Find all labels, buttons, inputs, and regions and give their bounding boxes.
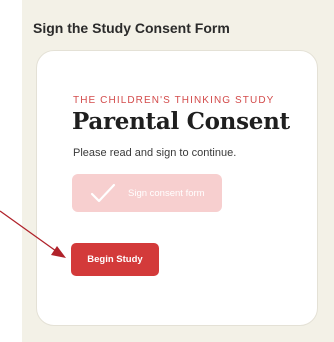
page-headline: Parental Consent	[72, 108, 290, 135]
instruction-text: Please read and sign to continue.	[73, 147, 237, 159]
screenshot-frame: Sign the Study Consent Form THE CHILDREN…	[0, 0, 334, 342]
begin-study-button[interactable]: Begin Study	[71, 243, 159, 276]
sign-consent-button[interactable]: Sign consent form	[72, 174, 222, 212]
sign-consent-label: Sign consent form	[128, 187, 205, 199]
checkmark-icon	[90, 183, 116, 203]
section-title: Sign the Study Consent Form	[33, 20, 230, 36]
consent-card: THE CHILDREN'S THINKING STUDY Parental C…	[36, 50, 318, 326]
study-eyebrow: THE CHILDREN'S THINKING STUDY	[73, 95, 275, 106]
